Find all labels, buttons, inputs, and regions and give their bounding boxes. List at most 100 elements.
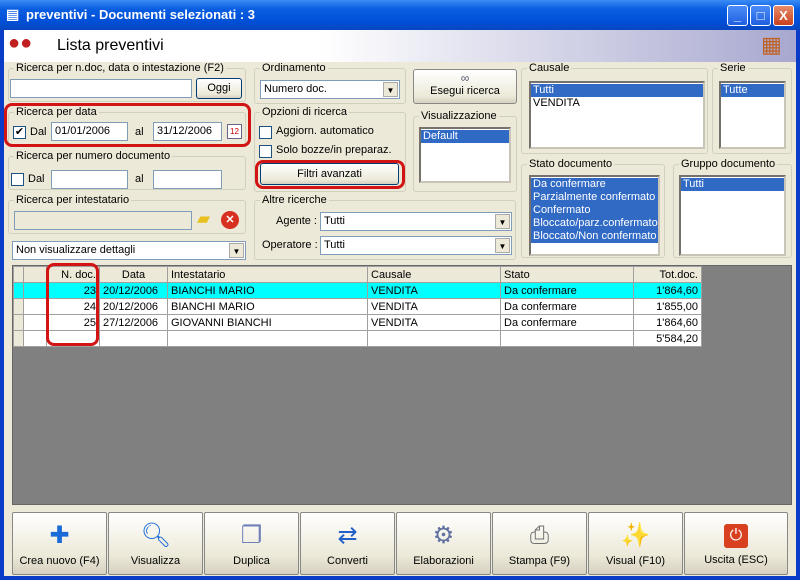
list-item[interactable]: Da confermare	[531, 178, 658, 191]
convert-button[interactable]: ⇄ Converti	[300, 512, 395, 575]
group-legend: Altre ricerche	[262, 194, 327, 206]
app-icon: ▤	[6, 6, 20, 22]
operator-label: Operatore :	[262, 239, 318, 251]
indicator-header	[13, 266, 24, 283]
maximize-button[interactable]: □	[750, 5, 771, 26]
duplicate-icon: ❐	[240, 522, 263, 549]
list-item[interactable]: Confermato	[531, 204, 658, 217]
highlight-annotation	[46, 263, 99, 346]
table-row[interactable]: 23 20/12/2006 BIANCHI MARIO VENDITA Da confe…	[13, 282, 702, 299]
search-text-input[interactable]	[10, 79, 192, 98]
group-legend: Stato documento	[529, 158, 613, 170]
number-to-input[interactable]	[153, 170, 222, 189]
column-header[interactable]: Intestatario	[167, 266, 368, 283]
run-search-label: Esegui ricerca	[430, 85, 500, 97]
number-from-label: Dal	[28, 173, 45, 185]
auto-update-checkbox[interactable]	[259, 126, 272, 139]
drafts-only-checkbox[interactable]	[259, 145, 272, 158]
list-item[interactable]: Bloccato/parz.confermato	[531, 217, 658, 230]
binoculars-icon: ∞	[460, 71, 470, 85]
button-label: Elaborazioni	[413, 555, 474, 567]
agent-combo[interactable]: Tutti ▼	[320, 212, 512, 231]
clear-icon[interactable]: ✕	[221, 211, 239, 229]
details-combo[interactable]: Non visualizzare dettagli ▼	[12, 241, 246, 260]
group-legend: Ricerca per n.doc, data o intestazione (…	[16, 62, 224, 74]
power-icon: ⏻	[724, 524, 748, 548]
minimize-button[interactable]: _	[727, 5, 748, 26]
list-item[interactable]: Default	[421, 130, 509, 143]
causale-list[interactable]: Tutti VENDITA	[529, 81, 705, 149]
print-button[interactable]: ⎙ Stampa (F9)	[492, 512, 587, 575]
row-select[interactable]	[23, 298, 47, 315]
highlight-annotation	[255, 160, 405, 189]
list-item[interactable]: Tutti	[531, 84, 703, 97]
operator-combo[interactable]: Tutti ▼	[320, 236, 512, 255]
documents-grid[interactable]: N. doc. Data Intestatario Causale Stato …	[12, 265, 792, 505]
table-row[interactable]: 25 27/12/2006 GIOVANNI BIANCHI VENDITA Da co…	[13, 314, 702, 331]
row-select[interactable]	[23, 282, 47, 299]
view-list[interactable]: Default	[419, 127, 511, 183]
cell: 20/12/2006	[99, 282, 168, 299]
row-select[interactable]	[23, 314, 47, 331]
close-button[interactable]: X	[773, 5, 794, 26]
number-from-input[interactable]	[51, 170, 128, 189]
group-legend: Ricerca per numero documento	[16, 150, 171, 162]
processing-button[interactable]: ⚙ Elaborazioni	[396, 512, 491, 575]
row-indicator	[13, 330, 24, 347]
cell: Da confermare	[500, 314, 634, 331]
grid-header: N. doc. Data Intestatario Causale Stato …	[13, 266, 702, 283]
folder-icon[interactable]: ▰	[197, 209, 210, 229]
button-label: Visual (F10)	[605, 555, 666, 567]
visual-button[interactable]: ✨ Visual (F10)	[588, 512, 683, 575]
column-header[interactable]: Data	[99, 266, 168, 283]
number-filter-checkbox[interactable]	[11, 173, 24, 186]
button-label: Uscita (ESC)	[704, 554, 768, 566]
cell	[23, 330, 47, 347]
highlight-annotation	[4, 103, 251, 147]
list-item[interactable]: Tutte	[721, 84, 784, 97]
gruppo-list[interactable]: Tutti	[679, 175, 786, 256]
row-indicator	[13, 298, 24, 315]
serie-list[interactable]: Tutte	[719, 81, 786, 149]
view-button[interactable]: 🔍︎ Visualizza	[108, 512, 203, 575]
group-legend: Ordinamento	[262, 62, 326, 74]
group-legend: Causale	[529, 62, 570, 74]
number-to-label: al	[135, 173, 144, 185]
magnifier-icon: 🔍︎	[140, 522, 171, 549]
group-legend: Opzioni di ricerca	[262, 106, 347, 118]
cell	[367, 330, 501, 347]
new-document-icon: ✚	[49, 522, 70, 549]
agent-label: Agente :	[276, 215, 317, 227]
header-band: ●● Lista preventivi ▦	[4, 30, 796, 62]
column-header[interactable]: Tot.doc.	[633, 266, 702, 283]
ordering-combo[interactable]: Numero doc. ▼	[260, 80, 400, 99]
gear-document-icon: ⚙	[432, 522, 455, 549]
duplicate-button[interactable]: ❐ Duplica	[204, 512, 299, 575]
stato-list[interactable]: Da confermare Parzialmente confermato Co…	[529, 175, 660, 256]
cell	[167, 330, 368, 347]
list-item[interactable]: Tutti	[681, 178, 784, 191]
cell: GIOVANNI BIANCHI	[167, 314, 368, 331]
list-item[interactable]: Parzialmente confermato	[531, 191, 658, 204]
column-header[interactable]: Stato	[500, 266, 634, 283]
create-new-button[interactable]: ✚ Crea nuovo (F4)	[12, 512, 107, 575]
list-item[interactable]: VENDITA	[531, 97, 703, 110]
button-label: Visualizza	[130, 555, 181, 567]
today-button[interactable]: Oggi	[196, 78, 242, 99]
total-row: 5'584,20	[13, 330, 702, 347]
chevron-down-icon: ▼	[495, 214, 510, 229]
row-indicator	[13, 282, 24, 299]
chevron-down-icon: ▼	[229, 243, 244, 258]
list-item[interactable]: Bloccato/Non confermato	[531, 230, 658, 243]
exit-button[interactable]: ⏻ Uscita (ESC)	[684, 512, 788, 575]
cell: 1'855,00	[633, 298, 702, 315]
chevron-down-icon: ▼	[383, 82, 398, 97]
cell	[99, 330, 168, 347]
holder-input[interactable]	[14, 211, 192, 230]
select-header	[23, 266, 47, 283]
run-search-button[interactable]: ∞ Esegui ricerca	[413, 69, 517, 104]
table-row[interactable]: 24 20/12/2006 BIANCHI MARIO VENDITA Da confe…	[13, 298, 702, 315]
users-list-icon: ▦	[761, 32, 782, 57]
column-header[interactable]: Causale	[367, 266, 501, 283]
group-legend: Serie	[720, 62, 746, 74]
